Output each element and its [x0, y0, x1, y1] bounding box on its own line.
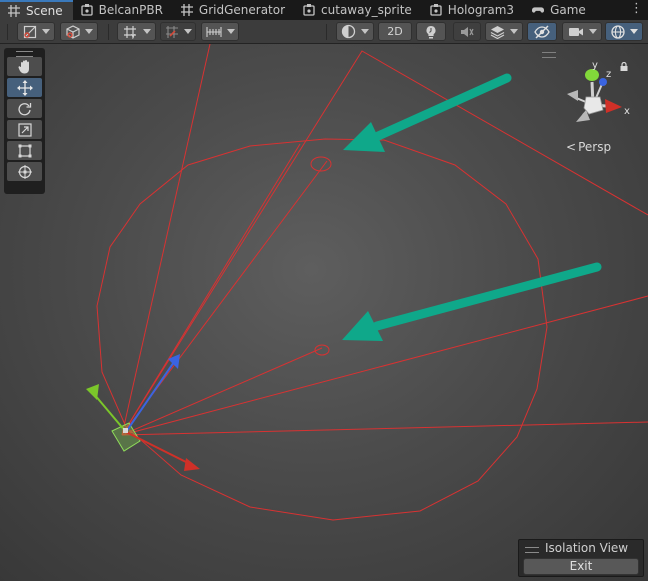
- svg-text:y: y: [131, 32, 135, 39]
- shader-graph-icon: [80, 4, 93, 16]
- gizmos-dropdown[interactable]: [605, 22, 643, 41]
- audio-toggle[interactable]: [453, 22, 481, 41]
- more-options-icon[interactable]: ⋮: [630, 1, 643, 19]
- transform-icon: [17, 164, 32, 179]
- tab-label: Hologram3: [447, 3, 515, 17]
- tab-hologram3[interactable]: Hologram3: [422, 0, 524, 20]
- scale-icon: [17, 122, 32, 137]
- lock-icon[interactable]: [620, 62, 628, 71]
- rotate-icon: [18, 103, 32, 116]
- isolation-drag-handle[interactable]: [525, 547, 539, 553]
- scene-viewport[interactable]: y z x < Persp Isolation View Exit: [0, 44, 648, 581]
- palette-drag-handle[interactable]: [16, 51, 33, 57]
- light-cone-gizmo: [96, 44, 648, 521]
- axis-y-label: y: [592, 60, 598, 71]
- tab-belcanpbr[interactable]: BelcanPBR: [73, 0, 173, 20]
- mode-2d-toggle[interactable]: 2D: [378, 22, 412, 41]
- toolbar-separator: [108, 24, 109, 40]
- hand-icon: [17, 60, 29, 74]
- cube-icon: [65, 24, 80, 39]
- camera-icon: [568, 27, 583, 36]
- tab-game[interactable]: Game: [524, 0, 596, 20]
- projection-label: Persp: [578, 140, 612, 154]
- gizmo-drag-handle[interactable]: [542, 52, 556, 58]
- snap-increment-dropdown[interactable]: [160, 22, 196, 41]
- tab-label: Game: [550, 3, 586, 17]
- grid-visibility-dropdown[interactable]: y: [117, 22, 156, 41]
- tab-gridgenerator[interactable]: GridGenerator: [173, 0, 295, 20]
- move-tool-button[interactable]: [7, 78, 42, 97]
- grid-icon: [180, 4, 193, 16]
- tab-label: BelcanPBR: [98, 3, 163, 17]
- sphere-icon: [341, 24, 356, 39]
- tab-label: GridGenerator: [198, 3, 286, 17]
- tab-bar: Scene BelcanPBR GridGenerator cutaway_sp…: [0, 0, 648, 20]
- camera-settings-dropdown[interactable]: [562, 22, 602, 41]
- shading-mode-dropdown[interactable]: [60, 22, 98, 41]
- layers-icon: [490, 25, 505, 39]
- rotate-tool-button[interactable]: [7, 99, 42, 118]
- move-arrows-icon: [16, 79, 33, 96]
- scene-visibility-toggle[interactable]: [527, 22, 557, 41]
- rect-tool-button[interactable]: [7, 141, 42, 160]
- hand-tool-button[interactable]: [7, 57, 42, 76]
- gamepad-icon: [532, 7, 545, 13]
- effects-dropdown[interactable]: [485, 22, 523, 41]
- chevron-left-icon: <: [566, 140, 577, 154]
- toolbar-separator: [326, 24, 327, 40]
- isolation-view-title: Isolation View: [545, 541, 629, 555]
- scene-canvas: y z x: [86, 44, 648, 521]
- exit-isolation-button[interactable]: Exit: [523, 558, 639, 575]
- rect-transform-icon: [18, 144, 31, 157]
- speaker-mute-icon: [461, 26, 474, 37]
- annotation-arrow-upper: [343, 73, 512, 152]
- tab-scene[interactable]: Scene: [0, 0, 73, 20]
- tool-palette: [4, 48, 45, 194]
- tab-label: cutaway_sprite: [321, 3, 412, 17]
- transform-tool-button[interactable]: [7, 162, 42, 181]
- lightbulb-icon: [426, 25, 436, 38]
- snap-icon: [165, 25, 178, 38]
- axis-x-label: x: [624, 106, 630, 117]
- annotation-arrow-lower: [342, 262, 602, 341]
- tab-label: Scene: [26, 4, 63, 18]
- mode-2d-label: 2D: [387, 25, 403, 38]
- ruler-icon: [205, 26, 222, 37]
- render-view-dropdown[interactable]: [336, 22, 374, 41]
- scale-tool-button[interactable]: [7, 120, 42, 139]
- tab-cutaway-sprite[interactable]: cutaway_sprite: [295, 0, 422, 20]
- scene-toolbar: y 2D: [0, 20, 648, 44]
- draw-mode-icon: [23, 25, 36, 38]
- gizmo-globe-icon: [611, 24, 625, 39]
- lighting-toggle[interactable]: [416, 22, 446, 41]
- grid-snap-icon: y: [123, 25, 136, 39]
- hidden-eye-icon: [534, 24, 550, 39]
- grid-icon: [8, 5, 20, 17]
- isolation-view-panel: Isolation View Exit: [518, 539, 644, 577]
- axis-z-label: z: [606, 69, 611, 80]
- toolbar-separator: [7, 24, 8, 40]
- shader-graph-icon: [303, 4, 315, 16]
- shader-graph-icon: [430, 4, 442, 16]
- transform-handle[interactable]: [86, 354, 200, 471]
- projection-toggle[interactable]: < Persp: [566, 140, 611, 154]
- draw-mode-dropdown[interactable]: [17, 22, 55, 41]
- increment-snap-dropdown[interactable]: [201, 22, 239, 41]
